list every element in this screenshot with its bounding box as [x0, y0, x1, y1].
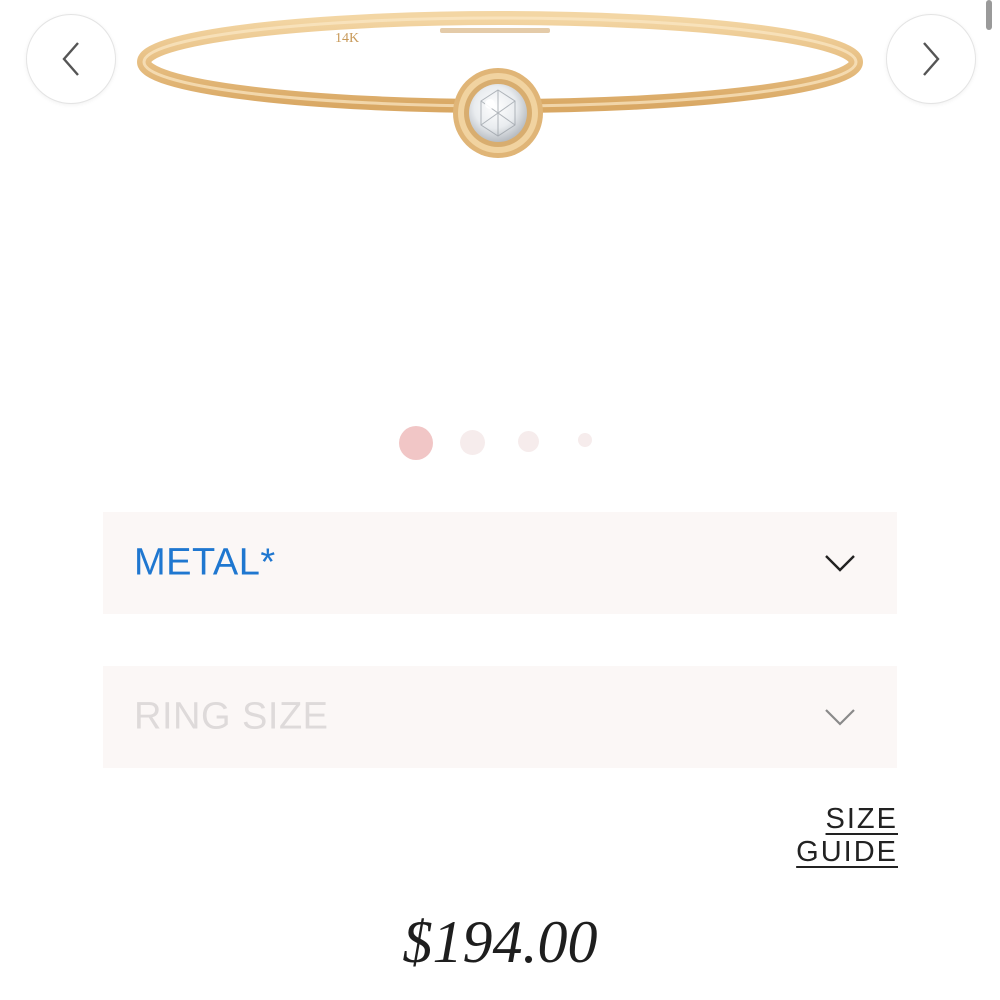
next-image-button[interactable]	[886, 14, 976, 104]
carousel-dot-1-active[interactable]	[399, 426, 433, 460]
metal-select-label: METAL*	[134, 541, 276, 584]
chevron-down-icon	[825, 555, 855, 572]
previous-image-button[interactable]	[26, 14, 116, 104]
ring-image: 14K	[137, 11, 863, 158]
product-price: $194.00	[402, 909, 598, 975]
ring-size-select-label: RING SIZE	[134, 695, 329, 738]
chevron-down-icon	[825, 709, 855, 726]
chevron-right-icon	[923, 42, 940, 76]
carousel-dot-3[interactable]	[518, 431, 539, 452]
carousel-dot-2[interactable]	[460, 430, 485, 455]
product-page: 14K METAL* RING SIZE SIZE GUIDE $194.00	[0, 0, 1000, 1000]
carousel-dots	[0, 420, 1000, 460]
ring-size-select[interactable]: RING SIZE	[103, 666, 897, 768]
size-guide-link[interactable]: SIZE GUIDE	[718, 803, 898, 869]
chevron-left-icon	[62, 42, 79, 76]
scrollbar-thumb[interactable]	[986, 0, 992, 30]
engraving-text: 14K	[335, 31, 359, 46]
metal-select[interactable]: METAL*	[103, 512, 897, 614]
carousel-dot-4[interactable]	[578, 433, 592, 447]
